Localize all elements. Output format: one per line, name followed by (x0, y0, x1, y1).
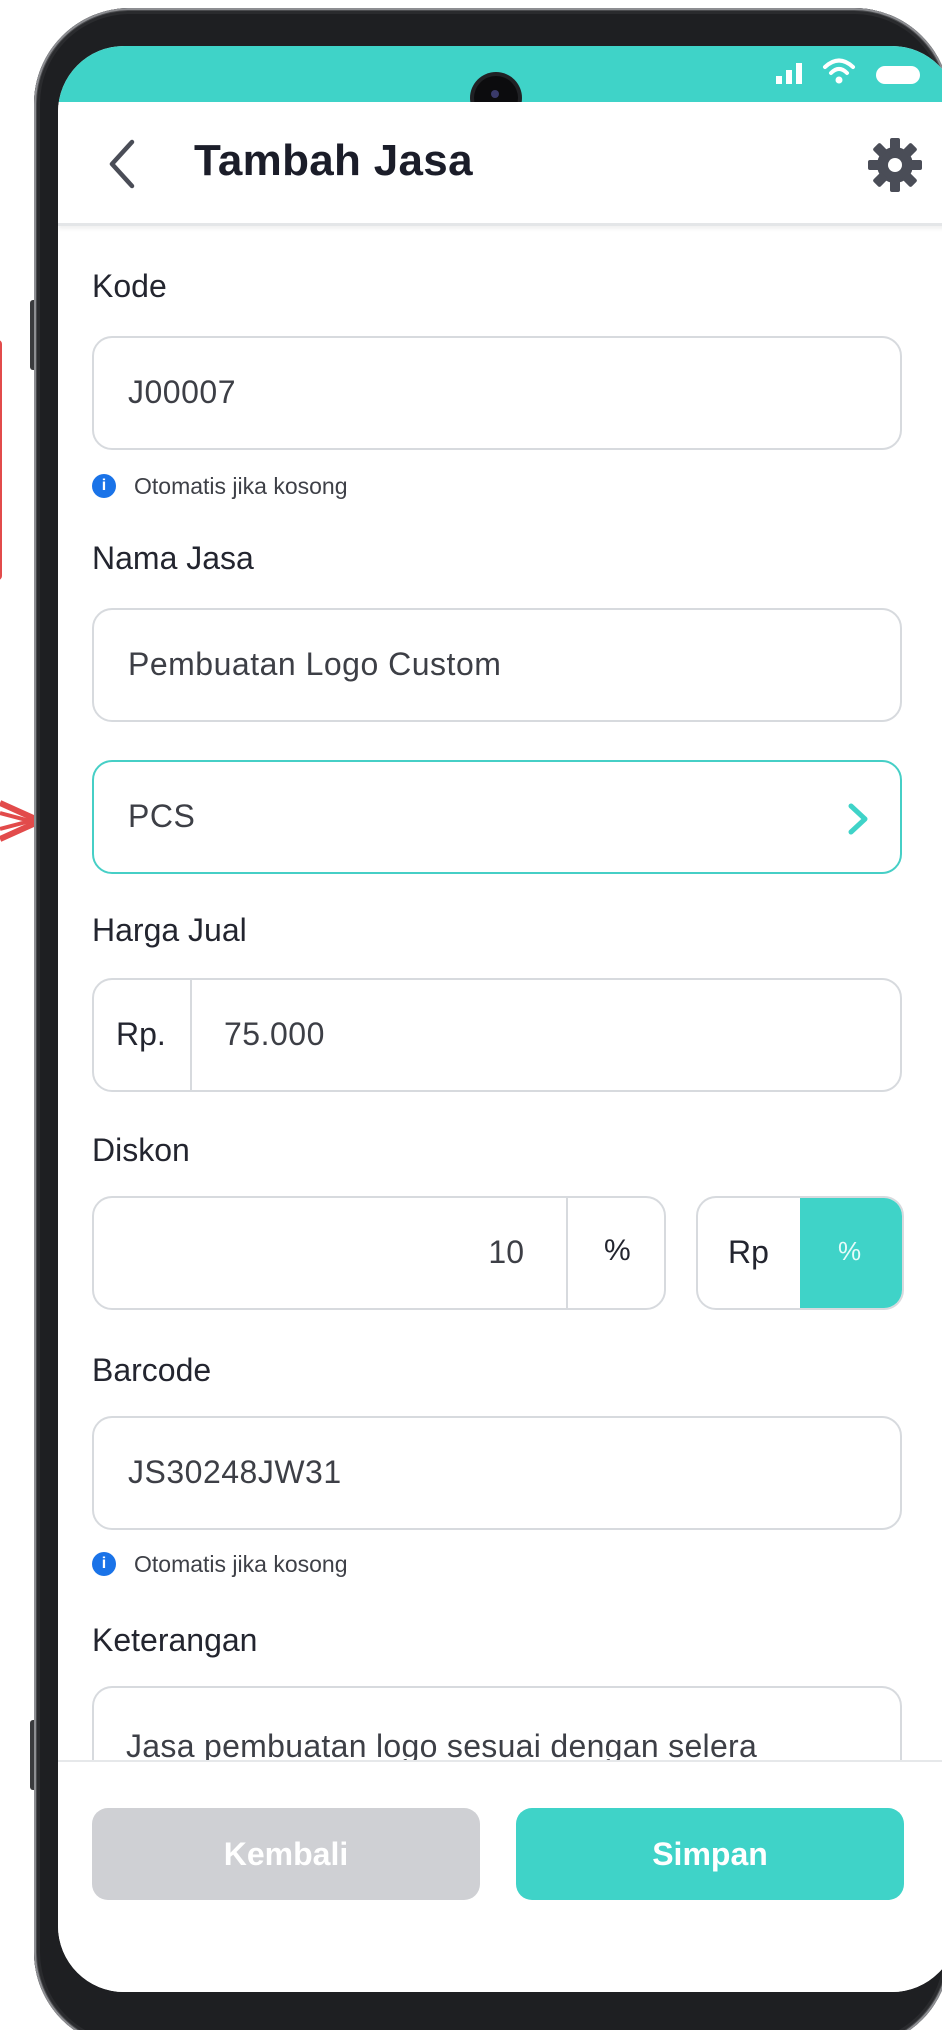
harga-jual-value: 75.000 (224, 1016, 325, 1052)
diskon-unit-text: % (604, 1234, 631, 1267)
harga-jual-input[interactable]: Rp. 75.000 (92, 978, 902, 1092)
barcode-input[interactable]: JS30248JW31 (92, 1416, 902, 1530)
nama-jasa-input[interactable]: Pembuatan Logo Custom (92, 608, 902, 722)
kode-label: Kode (92, 268, 167, 304)
kode-input[interactable]: J00007 (92, 336, 902, 450)
kode-hint-text: Otomatis jika kosong (134, 473, 348, 499)
app-bar: Tambah Jasa (58, 102, 942, 226)
stage: Tambah Jasa Kode J00007 i Otomatis jika … (0, 0, 942, 2030)
back-arrow-icon[interactable] (96, 132, 152, 196)
info-icon: i (92, 474, 116, 498)
page-title: Tambah Jasa (194, 136, 473, 185)
toggle-option-rp-label: Rp (728, 1234, 769, 1270)
barcode-hint-text: Otomatis jika kosong (134, 1551, 348, 1577)
diskon-unit: % (566, 1198, 664, 1308)
signal-icon (776, 63, 802, 84)
diskon-value: 10 (488, 1234, 524, 1270)
toggle-option-percent[interactable]: % (800, 1198, 902, 1308)
barcode-label: Barcode (92, 1352, 212, 1388)
kode-value: J00007 (128, 374, 236, 410)
currency-prefix: Rp. (94, 980, 192, 1090)
keterangan-label: Keterangan (92, 1622, 258, 1658)
satuan-value: PCS (128, 798, 196, 834)
toggle-option-percent-label: % (838, 1236, 862, 1266)
diskon-label: Diskon (92, 1132, 190, 1168)
toggle-option-rp[interactable]: Rp (698, 1198, 802, 1308)
harga-jual-label: Harga Jual (92, 912, 247, 948)
chevron-right-icon (848, 803, 868, 835)
bottom-action-bar: Kembali Simpan (58, 1760, 942, 1992)
wifi-icon (823, 58, 855, 84)
info-icon: i (92, 1552, 116, 1576)
kembali-button[interactable]: Kembali (92, 1808, 480, 1900)
app-screen: Tambah Jasa Kode J00007 i Otomatis jika … (58, 46, 942, 1992)
barcode-value: JS30248JW31 (128, 1454, 342, 1490)
diskon-input[interactable]: 10 % (92, 1196, 666, 1310)
nama-jasa-label: Nama Jasa (92, 540, 254, 576)
simpan-button[interactable]: Simpan (516, 1808, 904, 1900)
gear-icon[interactable] (866, 136, 924, 194)
battery-icon (876, 66, 920, 84)
nama-jasa-value: Pembuatan Logo Custom (128, 646, 502, 682)
satuan-select[interactable]: PCS (92, 760, 902, 874)
currency-prefix-text: Rp. (116, 1016, 166, 1052)
annotation-box (0, 340, 2, 580)
diskon-type-toggle[interactable]: Rp % (696, 1196, 904, 1310)
